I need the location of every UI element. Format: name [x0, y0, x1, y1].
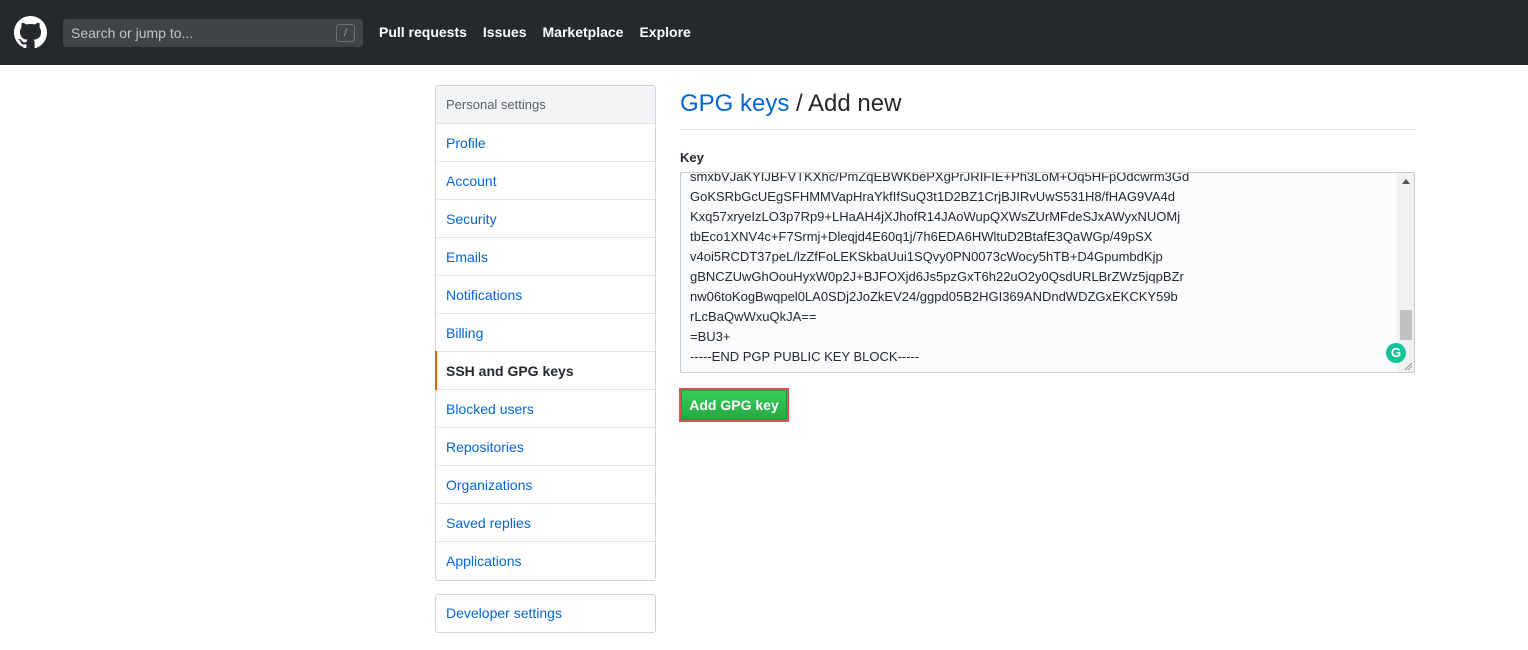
sidebar-item-ssh-gpg-keys[interactable]: SSH and GPG keys [435, 351, 655, 390]
sidebar-heading: Personal settings [436, 86, 655, 124]
sidebar-item-profile[interactable]: Profile [436, 124, 655, 162]
sidebar-item-billing[interactable]: Billing [436, 314, 655, 352]
add-gpg-key-button[interactable]: Add GPG key [681, 390, 787, 420]
page-title: GPG keys / Add new [680, 90, 901, 118]
sidebar-item-account[interactable]: Account [436, 162, 655, 200]
resize-handle-icon[interactable] [1403, 361, 1413, 371]
breadcrumb-separator: / [789, 90, 809, 117]
settings-sidebar: Personal settings Profile Account Securi… [435, 85, 656, 581]
textarea-scrollbar[interactable] [1397, 173, 1414, 372]
page-title-text: Add new [808, 90, 902, 117]
top-header: Search or jump to... / Pull requests Iss… [0, 0, 1528, 65]
sidebar-item-security[interactable]: Security [436, 200, 655, 238]
sidebar-item-organizations[interactable]: Organizations [436, 466, 655, 504]
add-button-highlight: Add GPG key [679, 388, 789, 422]
sidebar-item-saved-replies[interactable]: Saved replies [436, 504, 655, 542]
key-textarea[interactable]: smxbVJaKYIJBFVTKXhc/PmZqEBWKbePXgPrJRIFI… [680, 172, 1415, 373]
nav-issues[interactable]: Issues [483, 24, 527, 40]
key-textarea-value: smxbVJaKYIJBFVTKXhc/PmZqEBWKbePXgPrJRIFI… [690, 172, 1190, 364]
sidebar-item-emails[interactable]: Emails [436, 238, 655, 276]
nav-pull-requests[interactable]: Pull requests [379, 24, 467, 40]
sidebar-item-applications[interactable]: Applications [436, 542, 655, 580]
nav-marketplace[interactable]: Marketplace [543, 24, 624, 40]
nav-explore[interactable]: Explore [639, 24, 690, 40]
breadcrumb-gpg-keys[interactable]: GPG keys [680, 90, 789, 117]
title-divider [680, 129, 1416, 130]
search-input[interactable]: Search or jump to... / [63, 19, 363, 47]
slash-shortcut-hint: / [336, 24, 355, 42]
scrollbar-thumb[interactable] [1400, 310, 1412, 340]
sidebar-item-developer-settings[interactable]: Developer settings [436, 595, 655, 632]
sidebar-item-repositories[interactable]: Repositories [436, 428, 655, 466]
key-label: Key [680, 150, 704, 165]
header-nav: Pull requests Issues Marketplace Explore [379, 24, 707, 40]
search-placeholder: Search or jump to... [71, 25, 194, 41]
grammarly-icon[interactable]: G [1386, 343, 1406, 363]
sidebar-item-blocked-users[interactable]: Blocked users [436, 390, 655, 428]
developer-settings-box: Developer settings [435, 594, 656, 633]
sidebar-item-notifications[interactable]: Notifications [436, 276, 655, 314]
scroll-up-arrow-icon[interactable] [1402, 179, 1410, 184]
github-logo-icon[interactable] [14, 16, 47, 49]
